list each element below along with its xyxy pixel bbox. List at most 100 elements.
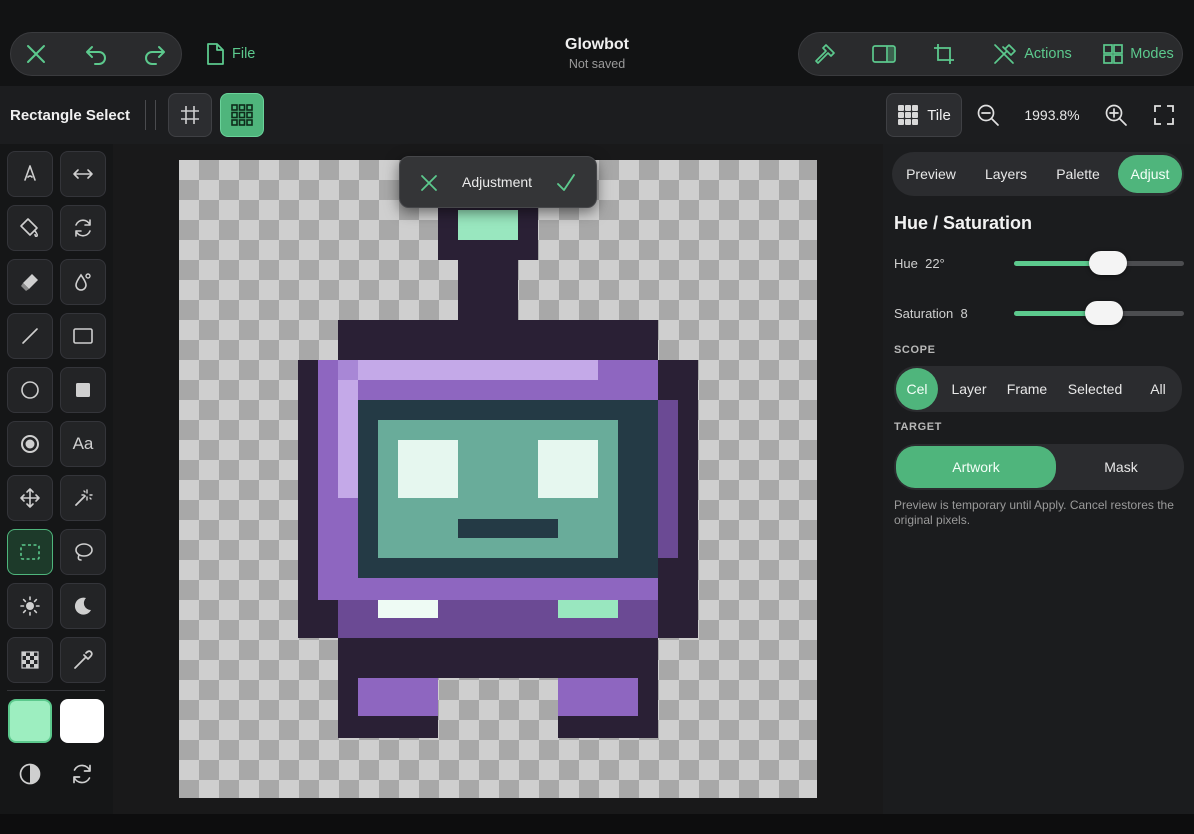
robot-head-shade (658, 400, 678, 558)
pixel-canvas[interactable] (179, 160, 817, 798)
hue-slider-thumb[interactable] (1088, 251, 1127, 275)
sidebar-toggle-icon[interactable] (867, 40, 901, 68)
tab-adjust[interactable]: Adjust (1118, 155, 1182, 193)
text-tool[interactable]: Aa (60, 421, 106, 467)
flip-tool[interactable] (60, 151, 106, 197)
cancel-adjustment-icon[interactable] (416, 170, 442, 196)
robot-antenna-stem (458, 260, 518, 320)
filled-rectangle-tool[interactable] (60, 367, 106, 413)
line-tool[interactable] (7, 313, 53, 359)
saturation-slider[interactable] (1014, 301, 1184, 325)
scope-all[interactable]: All (1138, 370, 1178, 408)
tile-button[interactable]: Tile (886, 93, 962, 137)
saturation-value: 8 (960, 306, 968, 321)
robot-mouth (458, 519, 558, 538)
section-title: Hue / Saturation (894, 213, 1033, 233)
lasso-tool[interactable] (60, 529, 106, 575)
modes-button[interactable]: Modes (1101, 40, 1175, 68)
close-icon[interactable] (18, 38, 54, 70)
hue-slider[interactable] (1014, 251, 1184, 275)
magic-wand-tool[interactable] (60, 475, 106, 521)
scope-frame[interactable]: Frame (1000, 370, 1054, 408)
scope-label: SCOPE (894, 344, 936, 356)
secondary-color-swatch[interactable] (60, 699, 104, 743)
file-button[interactable]: File (204, 40, 264, 68)
ellipse-tool[interactable] (7, 367, 53, 413)
contrast-icon[interactable] (14, 760, 46, 788)
adjustment-popover: Adjustment (399, 156, 597, 208)
robot-head-top (338, 320, 658, 360)
pixel-grid-toggle-button[interactable] (220, 93, 264, 137)
target-artwork[interactable]: Artwork (896, 446, 1056, 488)
fullscreen-icon[interactable] (1149, 101, 1179, 129)
grid-toggle-button[interactable] (168, 93, 212, 137)
lasso-icon (75, 543, 93, 561)
rotate-tool[interactable] (60, 205, 106, 251)
apply-adjustment-icon[interactable] (552, 169, 580, 197)
divider (145, 100, 146, 130)
dot-grid-icon (231, 104, 253, 126)
file-label: File (232, 46, 256, 62)
fill-tool[interactable] (7, 205, 53, 251)
target-mask[interactable]: Mask (1060, 448, 1182, 486)
scope-cel[interactable]: Cel (896, 368, 938, 410)
paint-bucket-icon (20, 218, 39, 238)
actions-button[interactable]: Actions (990, 40, 1074, 68)
eraser-icon (21, 274, 38, 291)
hash-grid-icon (181, 106, 199, 124)
target-segmented-control: Artwork Mask (894, 444, 1184, 490)
saturation-label-group: Saturation 8 (894, 306, 968, 321)
swap-colors-icon[interactable] (66, 760, 98, 788)
adjustment-label: Adjustment (462, 174, 533, 190)
dither-tool[interactable] (7, 637, 53, 683)
actions-label: Actions (1024, 46, 1072, 62)
lighten-tool[interactable] (7, 583, 53, 629)
tab-preview[interactable]: Preview (896, 155, 966, 193)
dropper-tool[interactable] (60, 259, 106, 305)
darken-tool[interactable] (60, 583, 106, 629)
rectangle-outline-icon (73, 328, 93, 344)
crop-icon[interactable] (927, 40, 961, 68)
scope-layer[interactable]: Layer (944, 370, 994, 408)
robot-right-eye (538, 440, 598, 498)
droplet-icon (75, 273, 91, 291)
saturation-slider-thumb[interactable] (1085, 301, 1124, 325)
robot-left-foot-pad (358, 678, 438, 716)
zoom-out-icon[interactable] (973, 101, 1003, 129)
dashed-rectangle-icon (20, 544, 40, 560)
tab-palette[interactable]: Palette (1044, 155, 1112, 193)
zoom-in-icon[interactable] (1101, 101, 1131, 129)
move-tool[interactable] (7, 475, 53, 521)
filled-ellipse-tool[interactable] (7, 421, 53, 467)
rectangle-tool[interactable] (60, 313, 106, 359)
ring-dot-icon (21, 435, 39, 453)
eyedropper-icon (74, 650, 93, 669)
hammer-icon[interactable] (808, 40, 842, 68)
tile-grid-icon (898, 105, 919, 125)
filled-square-icon (76, 383, 90, 397)
sun-icon (20, 596, 40, 616)
target-label: TARGET (894, 421, 943, 433)
robot-base (338, 638, 658, 678)
tab-layers[interactable]: Layers (970, 155, 1042, 193)
panel-tabs: Preview Layers Palette Adjust (892, 152, 1184, 196)
primary-color-swatch[interactable] (8, 699, 52, 743)
redo-icon[interactable] (137, 38, 173, 70)
divider (155, 100, 156, 130)
robot-head-highlight-side (338, 380, 358, 498)
eyedropper-tool[interactable] (60, 637, 106, 683)
horizontal-arrows-icon (73, 169, 93, 179)
zoom-level: 1993.8% (1024, 107, 1080, 123)
preview-note: Preview is temporary until Apply. Cancel… (894, 498, 1174, 527)
pen-tool[interactable] (7, 151, 53, 197)
eraser-tool[interactable] (7, 259, 53, 305)
rectangle-select-tool[interactable] (7, 529, 53, 575)
text-tool-label: Aa (72, 434, 94, 453)
line-icon (22, 328, 38, 344)
saturation-label: Saturation (894, 306, 954, 321)
scope-selected[interactable]: Selected (1060, 370, 1130, 408)
undo-icon[interactable] (78, 38, 114, 70)
tools-icon (994, 44, 1017, 64)
checkerboard-icon (21, 651, 39, 669)
robot-left-eye (398, 440, 458, 498)
